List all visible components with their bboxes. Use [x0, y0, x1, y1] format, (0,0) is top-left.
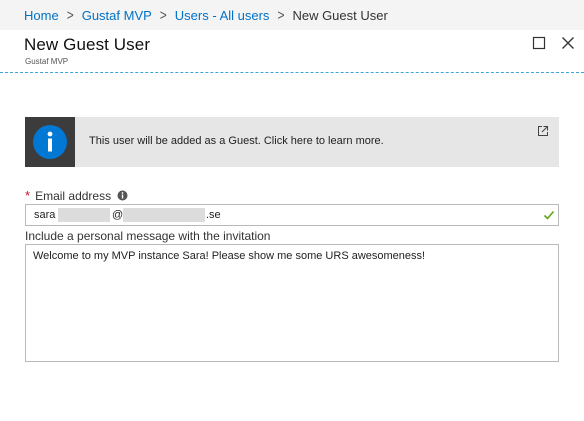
required-indicator: *: [25, 188, 31, 203]
info-tooltip-icon[interactable]: [117, 190, 128, 201]
personal-message-textarea[interactable]: Welcome to my MVP instance Sara! Please …: [25, 244, 559, 362]
breadcrumb-separator: >: [66, 6, 74, 24]
message-label: Include a personal message with the invi…: [25, 229, 271, 243]
email-field[interactable]: sara @ .se: [25, 204, 559, 226]
info-banner-text: This user will be added as a Guest. Clic…: [89, 135, 384, 147]
breadcrumb-all-users[interactable]: Users - All users: [175, 8, 270, 23]
email-value-prefix: sara: [34, 209, 56, 221]
breadcrumb-home[interactable]: Home: [24, 8, 59, 23]
info-icon-container: [25, 117, 75, 167]
blade-header: New Guest User Gustaf MVP: [0, 30, 584, 73]
email-value-suffix: .se: [206, 209, 221, 221]
guest-info-banner[interactable]: This user will be added as a Guest. Clic…: [25, 117, 559, 167]
page-title: New Guest User: [24, 35, 151, 54]
close-icon: [562, 37, 574, 49]
email-value-at: @: [112, 209, 124, 221]
checkmark-icon: [543, 210, 555, 220]
info-icon: [33, 125, 67, 159]
page-subtitle: Gustaf MVP: [25, 57, 69, 66]
breadcrumb-separator: >: [159, 6, 167, 24]
email-label: Email address: [35, 188, 112, 203]
new-guest-user-blade: Home > Gustaf MVP > Users - All users > …: [0, 0, 584, 421]
breadcrumb-separator: >: [277, 6, 285, 24]
breadcrumb: Home > Gustaf MVP > Users - All users > …: [0, 0, 584, 30]
maximize-icon: [532, 36, 546, 50]
redacted-region: [58, 208, 110, 222]
redacted-region: [123, 208, 205, 222]
maximize-button[interactable]: [531, 35, 547, 51]
breadcrumb-current: New Guest User: [292, 7, 388, 23]
close-button[interactable]: [560, 35, 576, 51]
external-link-icon: [538, 126, 548, 136]
email-label-row: * Email address: [25, 188, 128, 203]
breadcrumb-gustaf-mvp[interactable]: Gustaf MVP: [82, 8, 152, 23]
